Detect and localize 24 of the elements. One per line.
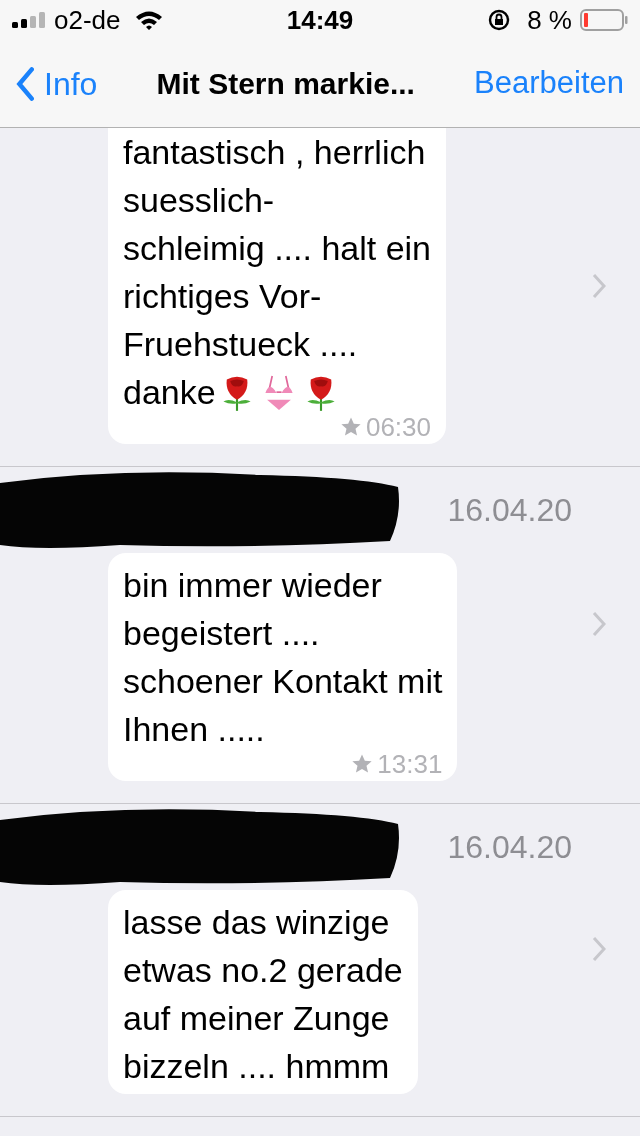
message-bubble[interactable]: bin immer wieder begeistert .... schoener Kontakt mit Ihnen ..... 13:31 (108, 553, 458, 781)
message-date: 16.04.20 (447, 828, 572, 867)
message-text: lasse das winzige etwas no.2 gerade auf meiner Zunge bizzeln .... hmmm (123, 902, 403, 1087)
message-bubble[interactable]: lasse das winzige etwas no.2 gerade auf meiner Zunge bizzeln .... hmmm (108, 890, 418, 1094)
chevron-right-icon[interactable] (592, 611, 606, 637)
message-date: 16.04.20 (447, 491, 572, 530)
battery-icon (580, 9, 628, 31)
carrier-name: o2-de (54, 3, 121, 37)
message-time: 06:30 (365, 414, 432, 440)
star-icon (339, 416, 362, 438)
chevron-right-icon[interactable] (592, 273, 606, 299)
message-text: fantastisch , herrlich suesslich- schleimig .... halt ein richtiges Vor- Fruehstueck .... danke (123, 132, 432, 414)
message-time: 13:31 (377, 751, 443, 777)
rotation-lock-icon (487, 8, 512, 32)
star-icon (351, 753, 374, 775)
clock-time: 14:49 (286, 3, 354, 37)
screen-title: Mit Stern markie... (155, 66, 416, 102)
message-bubble[interactable]: fantastisch , herrlich suesslich- schleimig .... halt ein richtiges Vor- Fruehstueck .... danke 06:30 (108, 128, 447, 444)
wifi-icon (134, 10, 163, 30)
battery-percent: 8 % (527, 3, 572, 37)
signal-icon (12, 12, 46, 28)
message-text: bin immer wieder begeistert .... schoener Kontakt mit Ihnen ..... (123, 565, 443, 750)
chevron-left-icon (16, 66, 34, 101)
chevron-right-icon[interactable] (592, 936, 606, 962)
